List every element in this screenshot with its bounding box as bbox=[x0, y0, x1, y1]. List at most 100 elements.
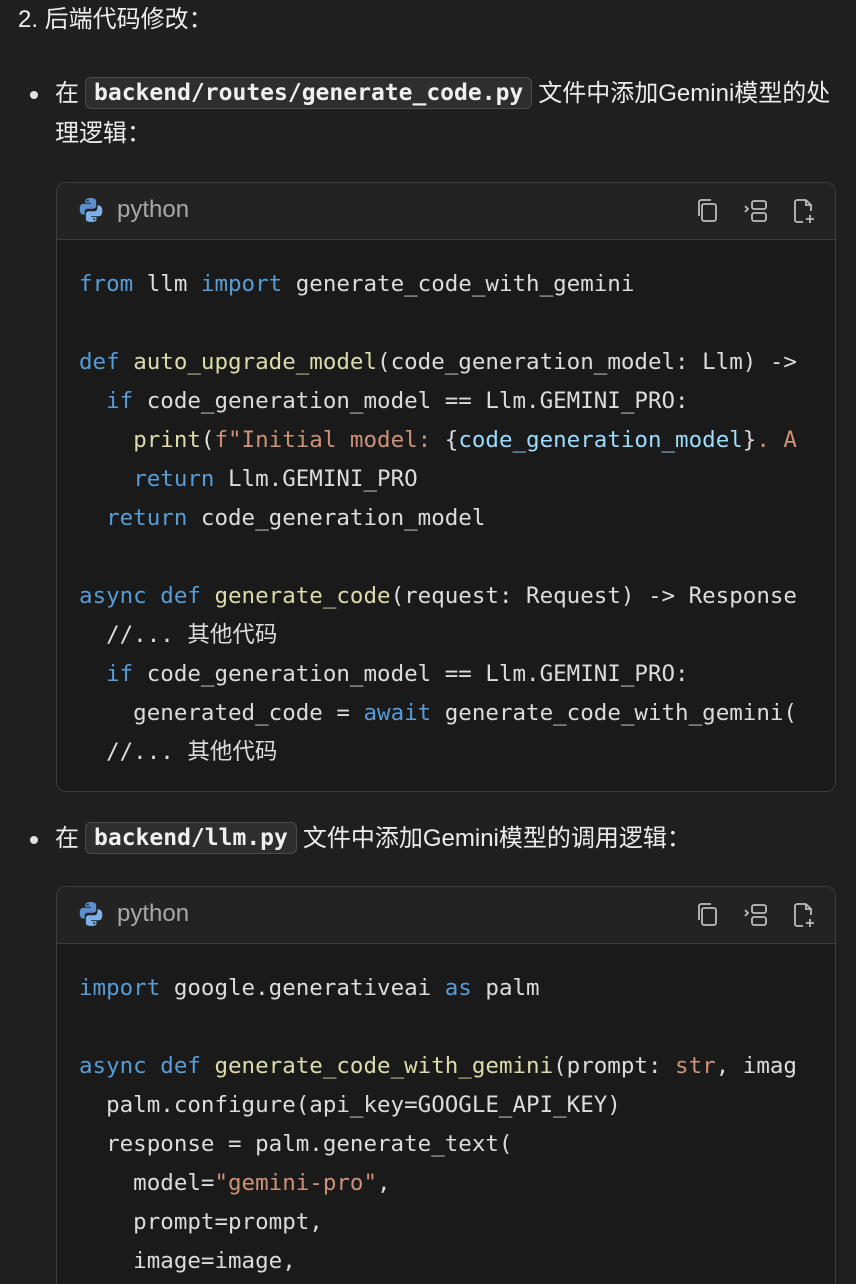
code-token: async bbox=[79, 583, 147, 609]
code-token: , bbox=[377, 1170, 391, 1196]
code-token: llm bbox=[133, 271, 201, 297]
code-token: generate_code_with_gemini bbox=[214, 1053, 554, 1079]
code-line: palm.configure(api_key=GOOGLE_API_KEY) bbox=[79, 1086, 835, 1125]
code-line: if code_generation_model == Llm.GEMINI_P… bbox=[79, 382, 835, 421]
code-block-1: python from llm import generate_code_wit… bbox=[56, 182, 836, 792]
code-token: print bbox=[133, 427, 201, 453]
code-token: f"Initial model: bbox=[214, 427, 445, 453]
code-token: auto_upgrade_model bbox=[133, 349, 378, 375]
new-file-icon[interactable] bbox=[791, 901, 817, 929]
code-line: response = palm.generate_text( bbox=[79, 1125, 835, 1164]
code-token: def bbox=[79, 349, 120, 375]
code-token: if bbox=[106, 661, 134, 687]
code-token: generate_code bbox=[214, 583, 391, 609]
language-label: python bbox=[77, 196, 189, 224]
code-line: async def generate_code(request: Request… bbox=[79, 577, 835, 616]
code-line: if code_generation_model == Llm.GEMINI_P… bbox=[79, 655, 835, 694]
bullet-dot bbox=[30, 91, 38, 99]
code-line: model="gemini-pro", bbox=[79, 1164, 835, 1203]
code-token: generated_code = bbox=[79, 700, 364, 726]
code-block-2: python import google.generativeai as pal… bbox=[56, 886, 836, 1284]
new-file-icon[interactable] bbox=[791, 197, 817, 225]
code-token: code_generation_model bbox=[458, 427, 743, 453]
language-name: python bbox=[117, 196, 190, 223]
copy-icon[interactable] bbox=[695, 901, 721, 929]
code-token: prompt=prompt, bbox=[79, 1209, 323, 1235]
code-token: ( bbox=[200, 427, 215, 453]
bullet-prefix: 在 bbox=[55, 825, 79, 852]
code-line: print(f"Initial model: {code_generation_… bbox=[79, 421, 835, 460]
code-token: return bbox=[106, 505, 188, 531]
code-token: as bbox=[444, 975, 472, 1001]
code-token: str bbox=[675, 1053, 716, 1079]
code-token: (code_generation_model: Llm) -> bbox=[377, 349, 797, 375]
code-token: model= bbox=[79, 1170, 215, 1196]
code-body: from llm import generate_code_with_gemin… bbox=[57, 240, 835, 772]
code-token: def bbox=[160, 1053, 201, 1079]
code-token: } bbox=[742, 427, 757, 453]
bullet-suffix: 文件中添加Gemini模型的调用逻辑： bbox=[302, 825, 691, 852]
code-line: return code_generation_model bbox=[79, 499, 835, 538]
python-icon bbox=[79, 198, 103, 222]
section-heading: 2. 后端代码修改： bbox=[18, 6, 213, 33]
code-token: . A bbox=[756, 427, 797, 453]
code-line: from llm import generate_code_with_gemin… bbox=[79, 265, 835, 304]
code-token: return bbox=[133, 466, 215, 492]
code-token: from bbox=[79, 271, 134, 297]
code-line: return Llm.GEMINI_PRO bbox=[79, 460, 835, 499]
code-toolbar bbox=[695, 197, 817, 225]
code-token: generate_code_with_gemini( bbox=[431, 700, 797, 726]
code-token: { bbox=[444, 427, 459, 453]
code-token: (prompt: bbox=[553, 1053, 676, 1079]
code-line: //... 其他代码 bbox=[79, 733, 835, 772]
code-token: //... 其他代码 bbox=[79, 622, 278, 648]
code-line: import google.generativeai as palm bbox=[79, 969, 835, 1008]
copy-icon[interactable] bbox=[695, 197, 721, 225]
code-token: async bbox=[79, 1053, 147, 1079]
inline-code-path: backend/llm.py bbox=[85, 822, 297, 854]
code-token: import bbox=[200, 271, 283, 297]
code-line: //... 其他代码 bbox=[79, 616, 835, 655]
code-block-header: python bbox=[57, 887, 835, 944]
code-token: if bbox=[106, 388, 134, 414]
code-token: palm bbox=[471, 975, 540, 1001]
code-token: code_generation_model == Llm.GEMINI_PRO: bbox=[133, 661, 689, 687]
code-token: def bbox=[160, 583, 201, 609]
code-token: google.generativeai bbox=[160, 975, 445, 1001]
bullet-item-2: 在 backend/llm.py 文件中添加Gemini模型的调用逻辑： bbox=[30, 819, 836, 859]
code-block-header: python bbox=[57, 183, 835, 240]
code-body: import google.generativeai as palm async… bbox=[57, 944, 835, 1281]
code-token: (request: Request) -> Response bbox=[390, 583, 797, 609]
code-token: response = palm.generate_text( bbox=[79, 1131, 513, 1157]
code-token: code_generation_model == Llm.GEMINI_PRO: bbox=[133, 388, 689, 414]
code-token: await bbox=[363, 700, 432, 726]
language-label: python bbox=[77, 900, 189, 928]
wrap-lines-icon[interactable] bbox=[743, 197, 769, 225]
code-line: prompt=prompt, bbox=[79, 1203, 835, 1242]
code-token: //... 其他代码 bbox=[79, 739, 278, 765]
code-line: def auto_upgrade_model(code_generation_m… bbox=[79, 343, 835, 382]
code-token: , imag bbox=[715, 1053, 797, 1079]
code-token: Llm.GEMINI_PRO bbox=[214, 466, 418, 492]
code-line: image=image, bbox=[79, 1242, 835, 1281]
code-token: palm.configure(api_key=GOOGLE_API_KEY) bbox=[79, 1092, 621, 1118]
code-line: async def generate_code_with_gemini(prom… bbox=[79, 1047, 835, 1086]
code-token: generate_code_with_gemini bbox=[282, 271, 635, 297]
bullet-dot bbox=[30, 836, 38, 844]
python-icon bbox=[79, 902, 103, 926]
wrap-lines-icon[interactable] bbox=[743, 901, 769, 929]
bullet-item-1: 在 backend/routes/generate_code.py 文件中添加Gem… bbox=[30, 74, 836, 154]
code-line: generated_code = await generate_code_wit… bbox=[79, 694, 835, 733]
language-name: python bbox=[117, 900, 190, 927]
